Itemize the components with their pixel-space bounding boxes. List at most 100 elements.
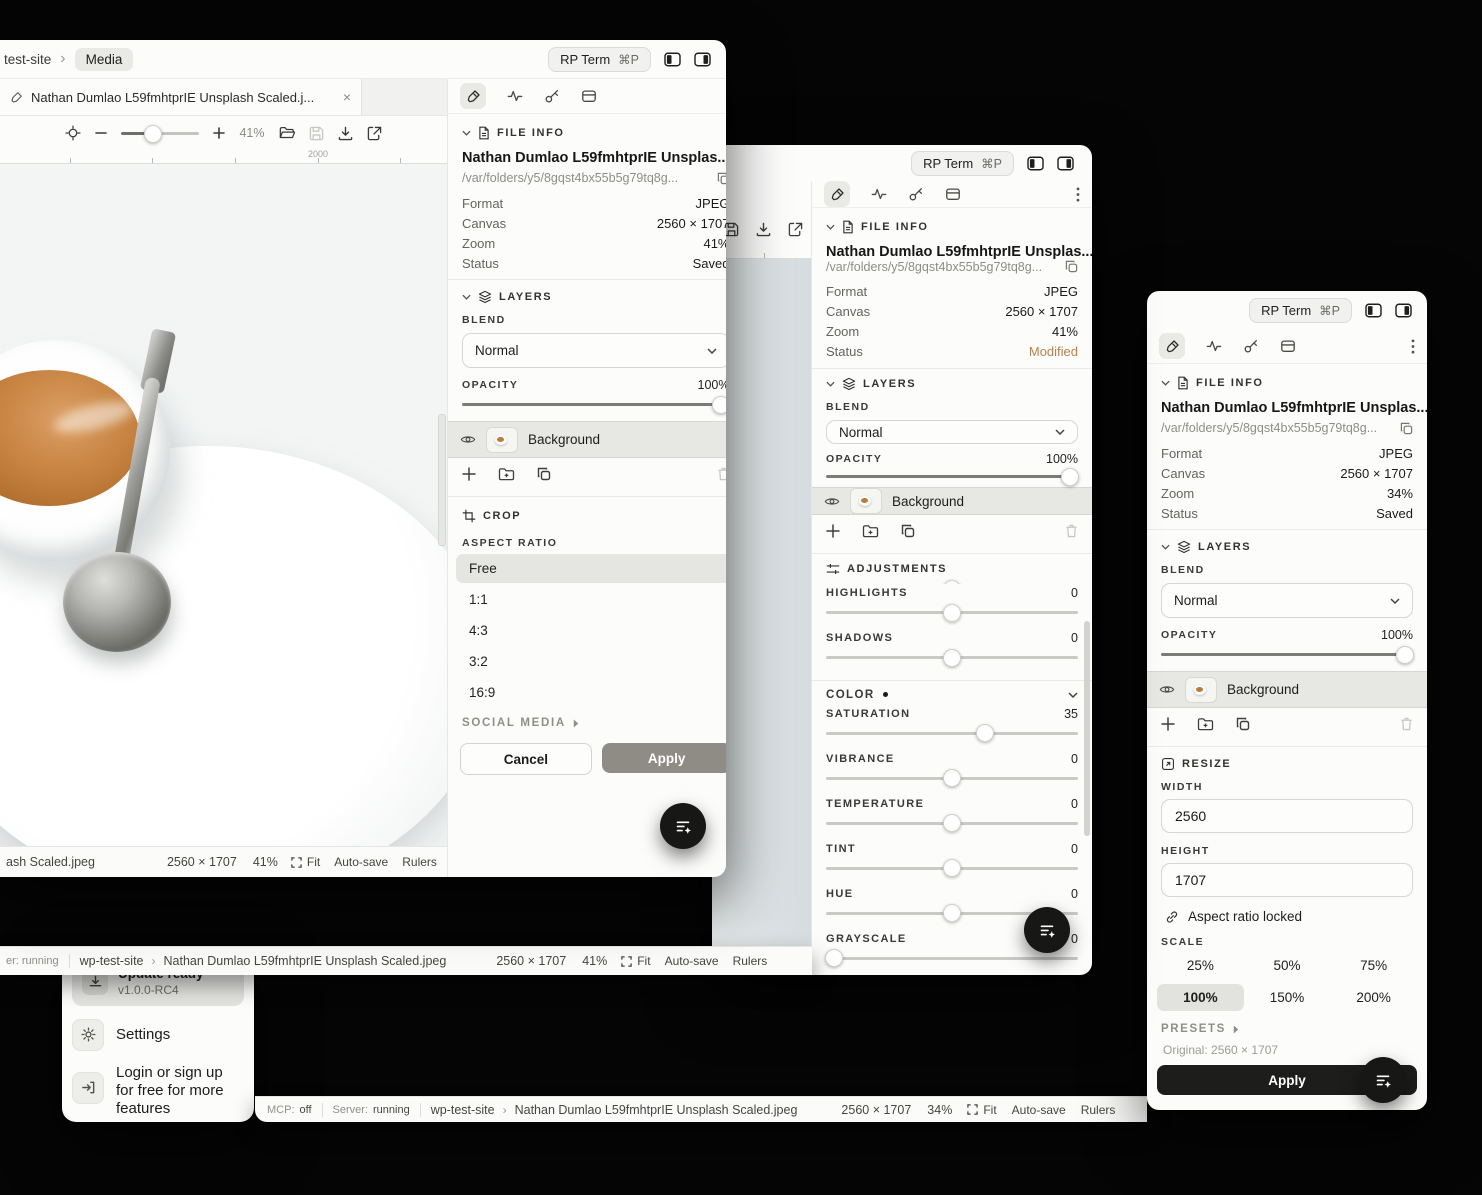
new-group-icon[interactable] xyxy=(862,524,879,538)
eye-icon[interactable] xyxy=(1159,684,1175,695)
archive-tool-icon[interactable] xyxy=(1280,338,1296,354)
aspect-option-16-9[interactable]: 16:9 xyxy=(456,678,726,707)
close-icon[interactable]: × xyxy=(343,89,351,105)
aspect-option-4-3[interactable]: 4:3 xyxy=(456,616,726,645)
crop-apply-button[interactable]: Apply xyxy=(602,743,726,773)
scale-option-150[interactable]: 150% xyxy=(1244,984,1331,1011)
vibrance-slider[interactable] xyxy=(826,769,1078,787)
zoom-slider[interactable] xyxy=(121,124,199,142)
zoom-in-icon[interactable] xyxy=(213,127,225,139)
delete-layer-icon[interactable] xyxy=(1065,524,1078,538)
delete-layer-icon[interactable] xyxy=(717,467,727,481)
new-group-icon[interactable] xyxy=(1197,717,1214,731)
add-layer-icon[interactable] xyxy=(826,524,840,538)
scale-option-50[interactable]: 50% xyxy=(1244,952,1331,979)
slider-handle[interactable] xyxy=(943,604,961,622)
file-info-section-header[interactable]: FILE INFO xyxy=(812,208,1092,242)
add-layer-icon[interactable] xyxy=(462,467,476,481)
statusbar-zoom[interactable]: 41% xyxy=(253,855,278,869)
slider-handle[interactable] xyxy=(943,814,961,832)
height-input[interactable] xyxy=(1161,863,1413,897)
opacity-slider[interactable] xyxy=(826,467,1078,479)
ai-edit-fab[interactable] xyxy=(1024,907,1070,953)
statusbar-fit[interactable]: Fit xyxy=(621,954,650,968)
layers-section-header[interactable]: LAYERS xyxy=(812,372,1092,399)
rp-term-button[interactable]: RP Term ⌘P xyxy=(1249,298,1352,323)
canvas-area[interactable] xyxy=(712,259,811,975)
layers-section-header[interactable]: LAYERS xyxy=(1147,534,1427,562)
panel-scrollbar[interactable] xyxy=(1084,621,1090,836)
download-icon[interactable] xyxy=(338,126,353,141)
opacity-slider[interactable] xyxy=(1161,645,1413,663)
color-subsection-header[interactable]: COLOR xyxy=(812,685,1092,705)
duplicate-layer-icon[interactable] xyxy=(537,467,551,481)
export-icon[interactable] xyxy=(788,222,803,237)
zoom-out-icon[interactable] xyxy=(95,127,107,139)
breadcrumb-page-media[interactable]: Media xyxy=(75,48,134,71)
archive-tool-icon[interactable] xyxy=(581,88,597,104)
tint-slider[interactable] xyxy=(826,859,1078,877)
key-tool-icon[interactable] xyxy=(908,186,924,202)
save-icon[interactable] xyxy=(724,222,739,237)
archive-tool-icon[interactable] xyxy=(945,186,961,202)
scale-option-75[interactable]: 75% xyxy=(1330,952,1417,979)
activity-tool-icon[interactable] xyxy=(1206,338,1222,354)
scale-option-25[interactable]: 25% xyxy=(1157,952,1244,979)
statusbar-breadcrumb[interactable]: wp-test-site › Nathan Dumlao L59fmhtprIE… xyxy=(80,954,447,968)
save-icon[interactable] xyxy=(309,126,324,141)
panel-right-toggle-icon[interactable] xyxy=(694,52,711,67)
crop-section-header[interactable]: CROP xyxy=(448,501,726,531)
statusbar-zoom[interactable]: 41% xyxy=(582,954,607,968)
zoom-slider-handle[interactable] xyxy=(144,125,162,143)
download-icon[interactable] xyxy=(756,222,771,237)
canvas-scrollbar[interactable] xyxy=(438,414,446,546)
temperature-slider[interactable] xyxy=(826,814,1078,832)
brush-tool-icon[interactable] xyxy=(824,181,850,207)
layer-row-background[interactable]: Background xyxy=(448,421,726,458)
aspect-lock-row[interactable]: Aspect ratio locked xyxy=(1147,905,1427,930)
statusbar-fit[interactable]: Fit xyxy=(967,1103,996,1117)
statusbar-fit[interactable]: Fit xyxy=(291,855,320,869)
statusbar-rulers[interactable]: Rulers xyxy=(402,855,437,869)
zoom-percentage[interactable]: 41% xyxy=(239,126,264,140)
presets-row[interactable]: PRESETS xyxy=(1147,1017,1427,1041)
panel-left-toggle-icon[interactable] xyxy=(1365,303,1382,318)
kebab-menu-icon[interactable] xyxy=(1076,187,1080,202)
sidebar-item-settings[interactable]: Settings xyxy=(72,1019,244,1051)
statusbar-rulers[interactable]: Rulers xyxy=(733,954,768,968)
breadcrumb-site[interactable]: test-site xyxy=(4,52,51,67)
target-icon[interactable] xyxy=(65,125,81,141)
panel-right-toggle-icon[interactable] xyxy=(1057,156,1074,171)
duplicate-layer-icon[interactable] xyxy=(1236,717,1250,731)
slider-handle[interactable] xyxy=(943,649,961,667)
delete-layer-icon[interactable] xyxy=(1400,717,1413,731)
layers-section-header[interactable]: LAYERS xyxy=(448,284,726,312)
aspect-option-free[interactable]: Free xyxy=(456,554,726,583)
width-input[interactable] xyxy=(1161,799,1413,833)
open-folder-icon[interactable] xyxy=(279,126,295,140)
file-info-section-header[interactable]: FILE INFO xyxy=(448,114,726,148)
layer-row-background[interactable]: Background xyxy=(1147,671,1427,708)
aspect-option-1-1[interactable]: 1:1 xyxy=(456,585,726,614)
highlights-slider[interactable] xyxy=(826,603,1078,621)
canvas-area[interactable] xyxy=(0,164,447,846)
ai-edit-fab[interactable] xyxy=(660,803,706,849)
scale-option-100[interactable]: 100% xyxy=(1157,984,1244,1011)
slider-handle[interactable] xyxy=(1061,468,1079,486)
slider-handle[interactable] xyxy=(1396,646,1414,664)
panel-left-toggle-icon[interactable] xyxy=(664,52,681,67)
blend-mode-select[interactable]: Normal xyxy=(826,420,1078,444)
resize-section-header[interactable]: RESIZE xyxy=(1147,751,1427,779)
activity-tool-icon[interactable] xyxy=(507,88,523,104)
eye-icon[interactable] xyxy=(824,496,840,507)
statusbar-rulers[interactable]: Rulers xyxy=(1081,1103,1116,1117)
scale-option-200[interactable]: 200% xyxy=(1330,984,1417,1011)
shadows-slider[interactable] xyxy=(826,648,1078,666)
statusbar-breadcrumb[interactable]: wp-test-site › Nathan Dumlao L59fmhtprIE… xyxy=(431,1103,798,1117)
key-tool-icon[interactable] xyxy=(1243,338,1259,354)
panel-right-toggle-icon[interactable] xyxy=(1395,303,1412,318)
slider-handle[interactable] xyxy=(825,949,843,967)
eye-icon[interactable] xyxy=(460,434,476,445)
sidebar-item-login[interactable]: Login or sign up for free for more featu… xyxy=(72,1064,244,1119)
brush-tool-icon[interactable] xyxy=(1159,333,1185,359)
